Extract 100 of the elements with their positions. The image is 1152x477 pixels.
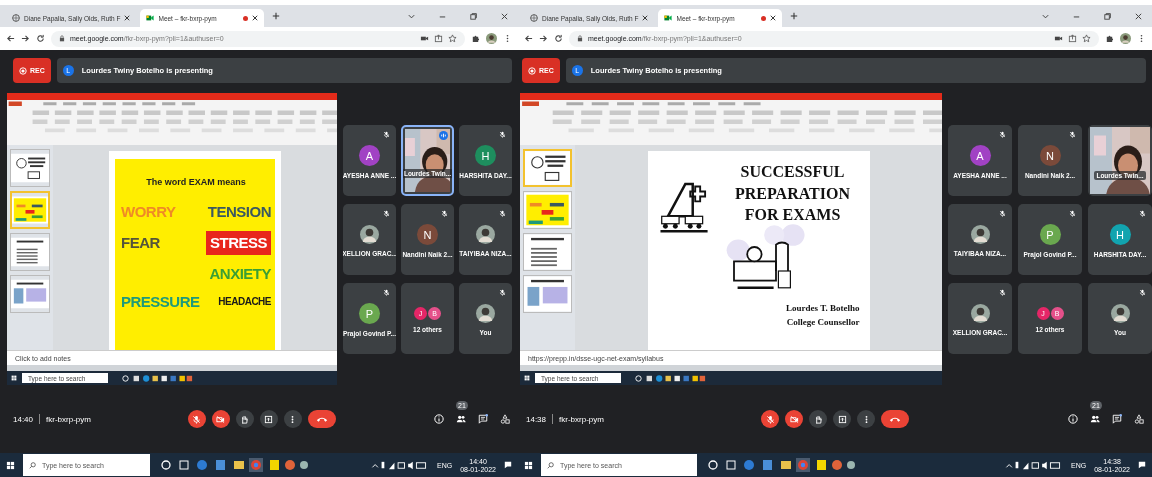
close-icon[interactable] xyxy=(124,15,131,21)
close-icon[interactable] xyxy=(769,15,776,21)
camera-button[interactable] xyxy=(211,410,230,428)
present-button[interactable] xyxy=(259,410,278,428)
present-icon xyxy=(837,414,847,424)
slide-thumbnail[interactable] xyxy=(523,233,572,271)
forward-icon[interactable] xyxy=(539,34,548,43)
restore-icon[interactable] xyxy=(469,11,478,21)
windows-logo-icon[interactable] xyxy=(524,375,530,381)
avatar: A xyxy=(359,145,380,166)
windows-logo-icon[interactable] xyxy=(6,460,15,470)
raise-hand-button[interactable] xyxy=(235,410,254,428)
avatar: H xyxy=(1109,224,1131,245)
meeting-code: fkr-bxrp-pym xyxy=(46,414,91,424)
notifications-icon[interactable] xyxy=(504,461,512,469)
slide-thumbnail[interactable] xyxy=(523,191,572,229)
camera-off-icon xyxy=(216,414,225,424)
slide-word: TENSION xyxy=(207,203,271,221)
slide-word: PRESSURE xyxy=(121,293,200,311)
close-icon[interactable] xyxy=(642,15,649,21)
camera-icon[interactable] xyxy=(1054,34,1063,43)
meeting-time: 14:40 xyxy=(13,414,34,424)
present-button[interactable] xyxy=(833,410,851,428)
more-options-button[interactable] xyxy=(857,410,875,428)
share-icon[interactable] xyxy=(434,34,443,43)
slide-word: ANXIETY xyxy=(209,265,271,283)
reload-icon[interactable] xyxy=(36,34,45,43)
system-tray-icons-drawing xyxy=(369,459,429,471)
raise-hand-button[interactable] xyxy=(809,410,827,428)
windows-logo-icon[interactable] xyxy=(524,460,533,470)
slide-word: WORRY xyxy=(121,203,176,221)
present-icon xyxy=(264,414,273,424)
activities-icon[interactable] xyxy=(500,414,510,424)
star-icon[interactable] xyxy=(448,34,457,43)
windows-logo-icon[interactable] xyxy=(11,375,17,381)
mic-off-icon xyxy=(765,414,775,424)
puzzle-icon[interactable] xyxy=(1105,34,1114,43)
avatar: A xyxy=(969,145,991,166)
avatar: N xyxy=(1039,145,1061,166)
mic-off-icon xyxy=(192,414,201,424)
hand-icon xyxy=(240,414,249,424)
close-icon[interactable] xyxy=(1134,11,1143,21)
slide-word: STRESS xyxy=(206,231,271,255)
slide-thumbnail[interactable] xyxy=(10,149,50,187)
meeting-code: fkr-bxrp-pym xyxy=(559,414,604,424)
slide-thumbnail[interactable] xyxy=(10,191,50,229)
record-icon xyxy=(19,66,27,75)
close-icon[interactable] xyxy=(500,11,509,21)
meeting-time: 14:38 xyxy=(526,414,547,424)
slide-word: HEADACHE xyxy=(218,296,271,308)
people-icon[interactable] xyxy=(1090,414,1100,424)
camera-logo-icon xyxy=(664,14,673,22)
camera-button[interactable] xyxy=(785,410,803,428)
chat-icon[interactable] xyxy=(478,414,488,424)
chat-icon[interactable] xyxy=(1112,414,1122,424)
back-icon[interactable] xyxy=(6,34,15,43)
people-icon[interactable] xyxy=(456,414,466,424)
notifications-icon[interactable] xyxy=(1138,461,1146,469)
record-icon xyxy=(528,66,536,75)
speaking-icon xyxy=(439,130,448,140)
end-call-button[interactable] xyxy=(307,410,336,428)
close-icon[interactable] xyxy=(251,15,258,21)
author-role: College Counsellor xyxy=(786,317,860,327)
new-tab-icon[interactable] xyxy=(789,12,798,20)
slide-thumbnail[interactable] xyxy=(10,233,50,271)
system-tray-icons-drawing xyxy=(1003,459,1063,471)
info-icon[interactable] xyxy=(1068,414,1078,424)
slide-thumbnail[interactable] xyxy=(523,275,572,313)
back-icon[interactable] xyxy=(524,34,533,43)
hand-icon xyxy=(813,414,823,424)
reload-icon[interactable] xyxy=(554,34,563,43)
end-call-button[interactable] xyxy=(881,410,909,428)
slide-thumbnail[interactable] xyxy=(10,275,50,313)
forward-icon[interactable] xyxy=(21,34,30,43)
new-tab-icon[interactable] xyxy=(271,12,280,20)
avatar: P xyxy=(359,303,380,324)
slide-word: FEAR xyxy=(121,234,160,252)
more-options-button[interactable] xyxy=(283,410,302,428)
lock-icon xyxy=(59,35,65,42)
microphone-button[interactable] xyxy=(761,410,779,428)
author-name: Lourdes T. Botelho xyxy=(786,303,860,313)
slide-thumbnail[interactable] xyxy=(523,149,572,187)
lock-icon xyxy=(577,35,583,42)
avatar: H xyxy=(475,145,496,166)
search-icon xyxy=(547,461,554,469)
globe-icon xyxy=(12,14,20,22)
camera-logo-icon xyxy=(146,14,155,22)
info-icon[interactable] xyxy=(434,414,444,424)
globe-icon xyxy=(530,14,538,22)
microphone-button[interactable] xyxy=(187,410,206,428)
camera-icon[interactable] xyxy=(420,34,429,43)
share-icon[interactable] xyxy=(1068,34,1077,43)
star-icon[interactable] xyxy=(1082,34,1091,43)
avatar: P xyxy=(1039,224,1061,245)
activities-icon[interactable] xyxy=(1134,414,1144,424)
avatar: N xyxy=(417,224,438,245)
puzzle-icon[interactable] xyxy=(471,34,480,43)
restore-icon[interactable] xyxy=(1103,11,1112,21)
slide-title: The word EXAM means xyxy=(145,177,247,187)
slide-title: SUCCESSFUL PREPARATION FOR EXAMS xyxy=(734,162,851,226)
